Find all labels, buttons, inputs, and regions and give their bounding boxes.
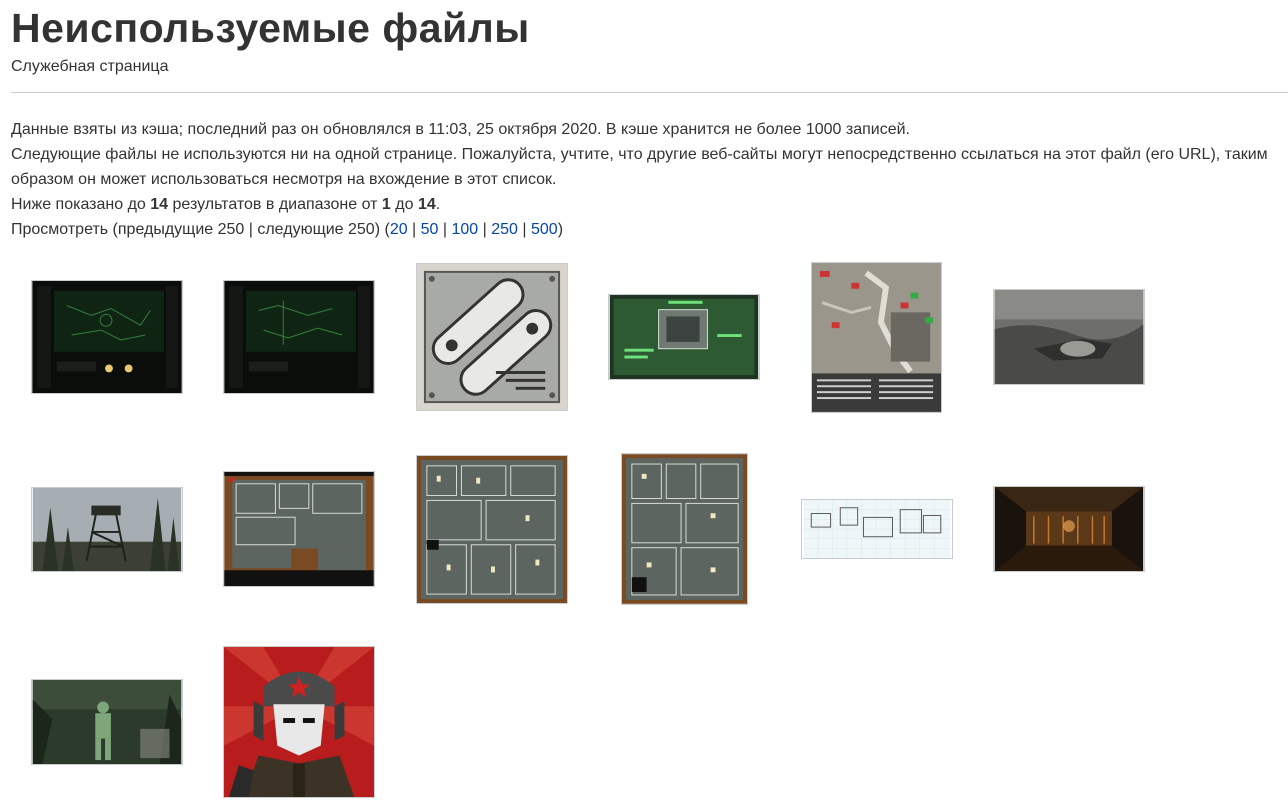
soldier-forest-icon — [32, 680, 182, 764]
file-thumbnail[interactable] — [993, 486, 1145, 572]
limit-link-500[interactable]: 500 — [531, 221, 558, 238]
pipboy-map-green-icon — [224, 281, 374, 393]
metal-panel-icon — [417, 264, 567, 410]
page-subtitle: Служебная страница — [11, 58, 169, 75]
file-thumbnail[interactable] — [621, 453, 748, 605]
file-thumbnail[interactable] — [223, 471, 375, 587]
cache-notice: Данные взяты из кэша; последний раз он о… — [11, 121, 910, 138]
file-thumbnail[interactable] — [416, 263, 568, 411]
pagination: Просмотреть (предыдущие 250 | следующие … — [11, 221, 564, 238]
file-thumbnail[interactable] — [416, 455, 568, 604]
file-thumbnail[interactable] — [31, 679, 183, 765]
content-body: Данные взяты из кэша; последний раз он о… — [11, 117, 1288, 242]
limit-link-50[interactable]: 50 — [421, 221, 439, 238]
fort-map-icon — [812, 263, 941, 412]
results-to: 14 — [417, 196, 436, 213]
file-thumbnail[interactable] — [31, 280, 183, 394]
floorplan-brown-icon — [224, 472, 374, 586]
file-thumbnail[interactable] — [31, 487, 183, 572]
file-thumbnail[interactable] — [993, 289, 1145, 385]
file-thumbnail[interactable] — [223, 280, 375, 394]
limit-link-100[interactable]: 100 — [452, 221, 479, 238]
wasteland-grey-icon — [994, 290, 1144, 384]
page-title: Неиспользуемые файлы — [11, 5, 530, 51]
results-count: 14 — [150, 196, 169, 213]
results-from: 1 — [381, 196, 391, 213]
limit-link-250[interactable]: 250 — [491, 221, 518, 238]
unused-notice: Следующие файлы не используются ни на од… — [11, 146, 1268, 188]
floorplan-grey-icon — [417, 456, 567, 603]
results-summary: Ниже показано до 14 результатов в диапаз… — [11, 196, 441, 213]
pipboy-item-green-icon — [609, 295, 759, 379]
file-thumbnail[interactable] — [801, 499, 953, 559]
divider — [11, 92, 1288, 93]
blueprint-sketch-icon — [803, 500, 951, 558]
limit-link-20[interactable]: 20 — [390, 221, 408, 238]
watchtower-forest-icon — [32, 488, 182, 571]
red-soldier-portrait-icon — [224, 647, 374, 797]
file-thumbnail[interactable] — [811, 262, 942, 413]
pipboy-map-green-icon — [32, 281, 182, 393]
interior-wooden-icon — [994, 487, 1144, 571]
file-thumbnail[interactable] — [608, 294, 760, 380]
floorplan-grey-2-icon — [622, 454, 747, 604]
file-thumbnail[interactable] — [223, 646, 375, 798]
